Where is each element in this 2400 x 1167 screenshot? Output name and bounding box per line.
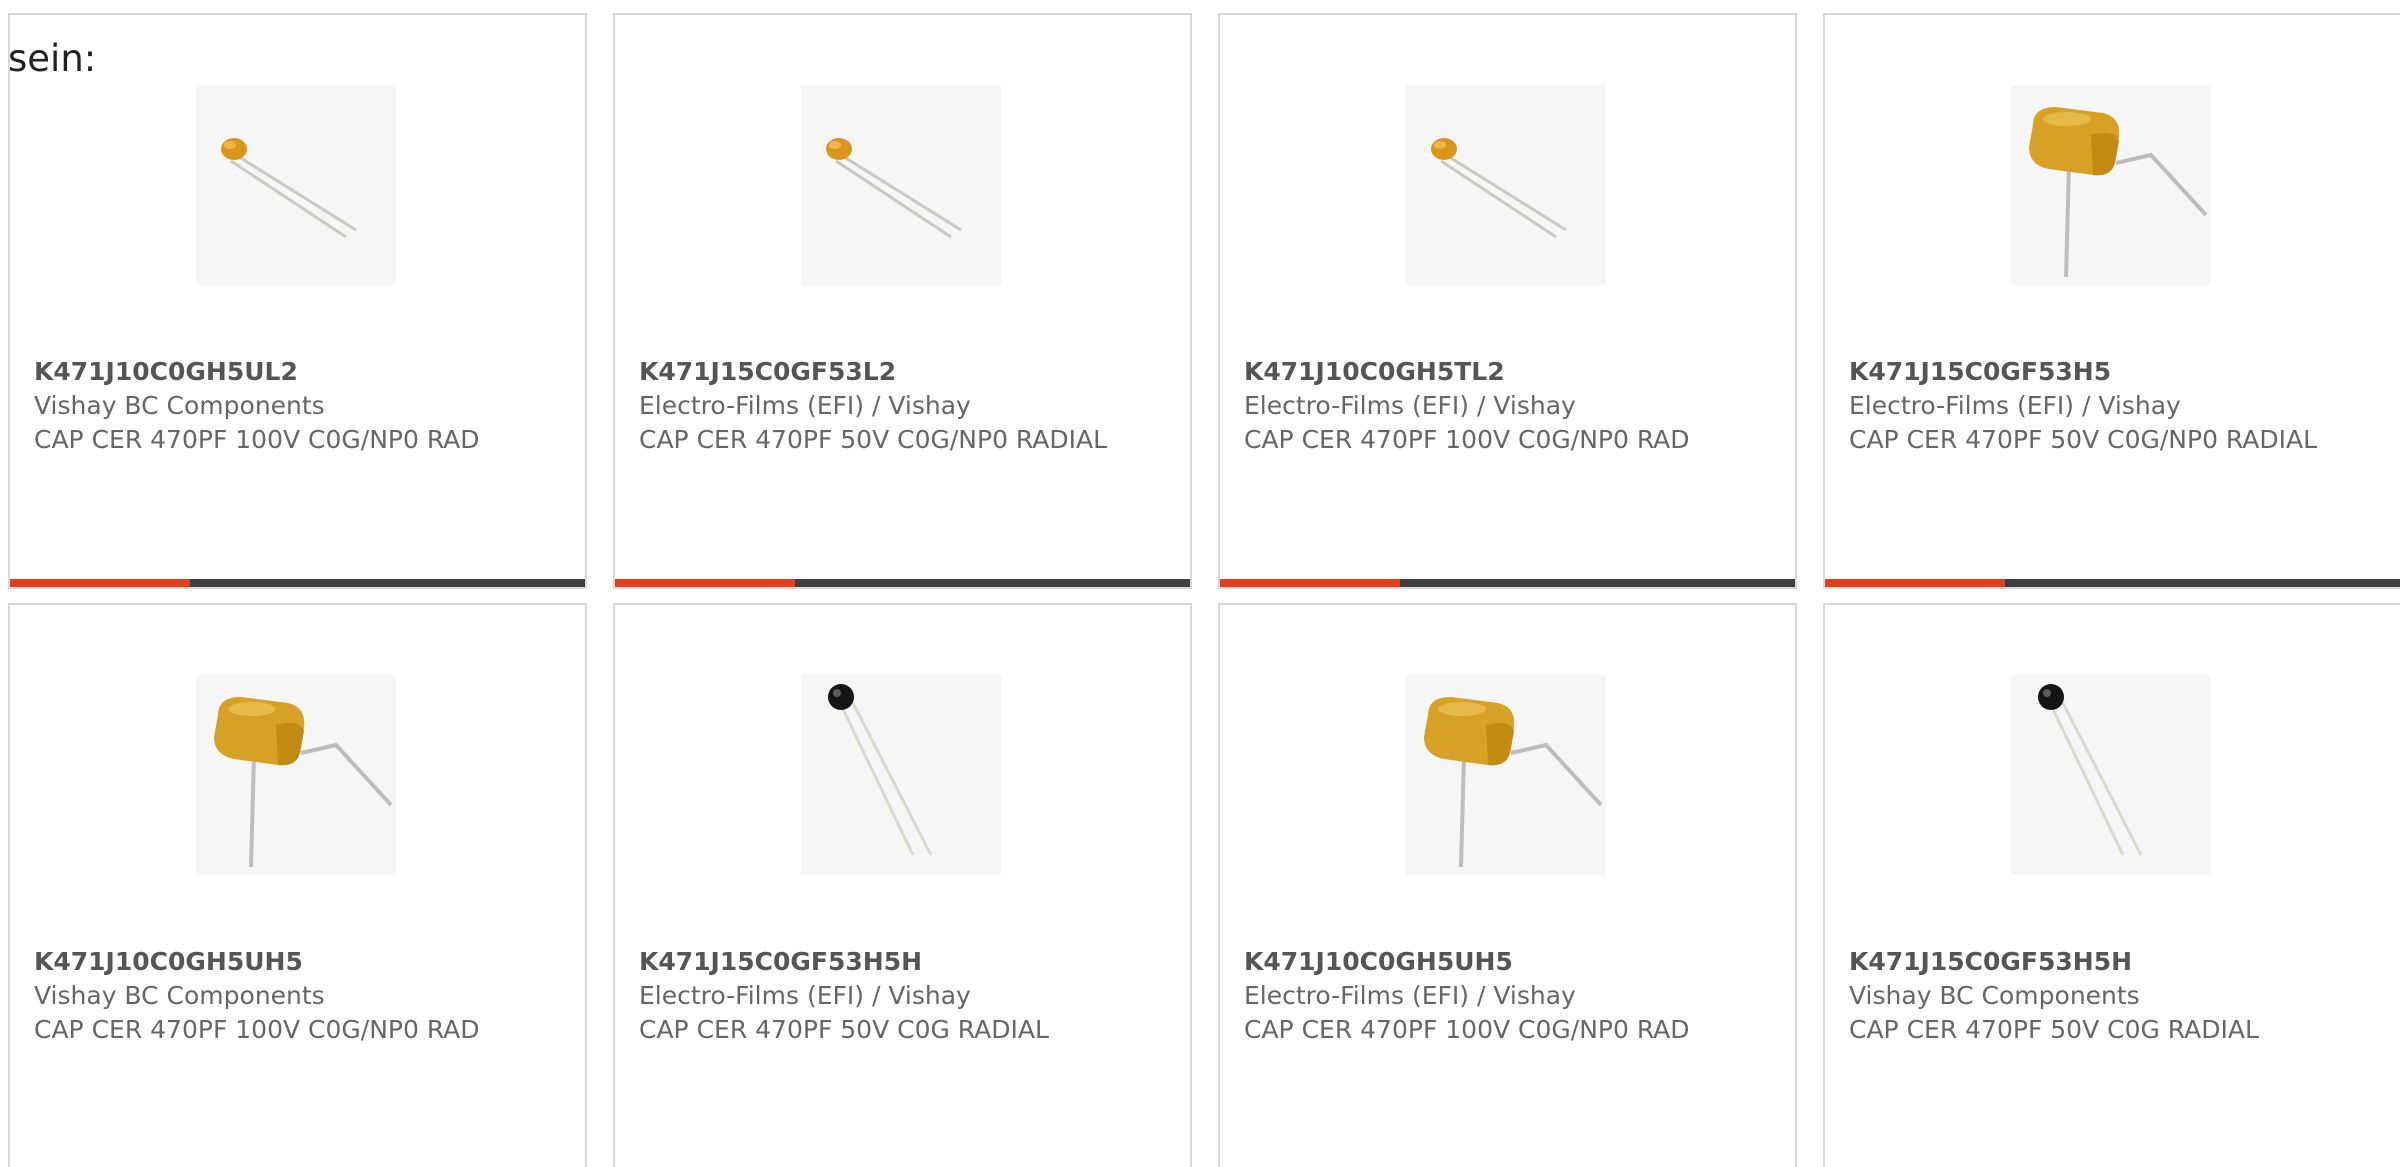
description: CAP CER 470PF 100V C0G/NP0 RAD [1244, 425, 1690, 454]
product-card[interactable]: K471J10C0GH5TL2 Electro-Films (EFI) / Vi… [1218, 13, 1797, 589]
product-info: K471J10C0GH5UH5 Electro-Films (EFI) / Vi… [1244, 945, 1764, 1047]
yellow-box-capacitor-icon [2029, 107, 2208, 278]
manufacturer: Vishay BC Components [34, 981, 325, 1010]
product-card[interactable]: K471J10C0GH5UH5 Electro-Films (EFI) / Vi… [1218, 603, 1797, 1167]
product-info: K471J10C0GH5TL2 Electro-Films (EFI) / Vi… [1244, 355, 1764, 457]
card-bar-accent [1220, 579, 1400, 587]
manufacturer: Vishay BC Components [1849, 981, 2140, 1010]
product-grid: K471J10C0GH5UL2 Vishay BC Components CAP… [8, 13, 2400, 1167]
card-bar-accent [615, 579, 795, 587]
yellow-box-capacitor-icon [214, 697, 393, 868]
card-bar-accent [10, 579, 190, 587]
product-listing-page: sein: K471J10C0GH5UL2 Vishay BC Componen… [0, 0, 2400, 1167]
manufacturer: Electro-Films (EFI) / Vishay [1849, 391, 2181, 420]
small-orange-disc-capacitor-icon [1431, 138, 1567, 239]
product-image[interactable] [196, 85, 396, 285]
description: CAP CER 470PF 50V C0G/NP0 RADIAL [1849, 425, 2318, 454]
part-number[interactable]: K471J10C0GH5UH5 [1244, 945, 1764, 979]
product-info: K471J10C0GH5UL2 Vishay BC Components CAP… [34, 355, 554, 457]
yellow-box-capacitor-icon [1424, 697, 1603, 868]
product-image[interactable] [2011, 85, 2211, 285]
manufacturer: Electro-Films (EFI) / Vishay [1244, 391, 1576, 420]
product-info: K471J10C0GH5UH5 Vishay BC Components CAP… [34, 945, 554, 1047]
card-bar [1220, 579, 1795, 587]
card-bar [10, 579, 585, 587]
part-number[interactable]: K471J15C0GF53H5H [639, 945, 1159, 979]
part-number[interactable]: K471J10C0GH5UH5 [34, 945, 554, 979]
manufacturer: Electro-Films (EFI) / Vishay [639, 391, 971, 420]
description: CAP CER 470PF 50V C0G RADIAL [639, 1015, 1049, 1044]
product-image[interactable] [2011, 675, 2211, 875]
product-image[interactable] [1406, 85, 1606, 285]
product-info: K471J15C0GF53H5H Vishay BC Components CA… [1849, 945, 2369, 1047]
product-card[interactable]: K471J15C0GF53L2 Electro-Films (EFI) / Vi… [613, 13, 1192, 589]
product-image[interactable] [196, 675, 396, 875]
card-bar [615, 579, 1190, 587]
manufacturer: Electro-Films (EFI) / Vishay [639, 981, 971, 1010]
manufacturer: Vishay BC Components [34, 391, 325, 420]
description: CAP CER 470PF 50V C0G/NP0 RADIAL [639, 425, 1108, 454]
product-card[interactable]: K471J15C0GF53H5H Vishay BC Components CA… [1823, 603, 2400, 1167]
product-info: K471J15C0GF53H5 Electro-Films (EFI) / Vi… [1849, 355, 2369, 457]
card-bar [1825, 579, 2400, 587]
product-info: K471J15C0GF53L2 Electro-Films (EFI) / Vi… [639, 355, 1159, 457]
product-card[interactable]: K471J10C0GH5UL2 Vishay BC Components CAP… [8, 13, 587, 589]
manufacturer: Electro-Films (EFI) / Vishay [1244, 981, 1576, 1010]
intro-text: sein: [8, 37, 97, 80]
part-number[interactable]: K471J15C0GF53L2 [639, 355, 1159, 389]
part-number[interactable]: K471J15C0GF53H5H [1849, 945, 2369, 979]
description: CAP CER 470PF 100V C0G/NP0 RAD [34, 425, 480, 454]
product-card[interactable]: K471J10C0GH5UH5 Vishay BC Components CAP… [8, 603, 587, 1167]
card-bar-accent [1825, 579, 2005, 587]
product-image[interactable] [801, 675, 1001, 875]
product-image[interactable] [1406, 675, 1606, 875]
description: CAP CER 470PF 100V C0G/NP0 RAD [1244, 1015, 1690, 1044]
part-number[interactable]: K471J10C0GH5TL2 [1244, 355, 1764, 389]
product-card[interactable]: K471J15C0GF53H5H Electro-Films (EFI) / V… [613, 603, 1192, 1167]
small-orange-disc-capacitor-icon [826, 138, 962, 239]
description: CAP CER 470PF 100V C0G/NP0 RAD [34, 1015, 480, 1044]
part-number[interactable]: K471J15C0GF53H5 [1849, 355, 2369, 389]
product-card[interactable]: K471J15C0GF53H5 Electro-Films (EFI) / Vi… [1823, 13, 2400, 589]
description: CAP CER 470PF 50V C0G RADIAL [1849, 1015, 2259, 1044]
part-number[interactable]: K471J10C0GH5UL2 [34, 355, 554, 389]
black-bead-capacitor-icon [2038, 684, 2143, 856]
product-info: K471J15C0GF53H5H Electro-Films (EFI) / V… [639, 945, 1159, 1047]
product-image[interactable] [801, 85, 1001, 285]
black-bead-capacitor-icon [828, 684, 933, 856]
small-orange-disc-capacitor-icon [221, 138, 357, 239]
